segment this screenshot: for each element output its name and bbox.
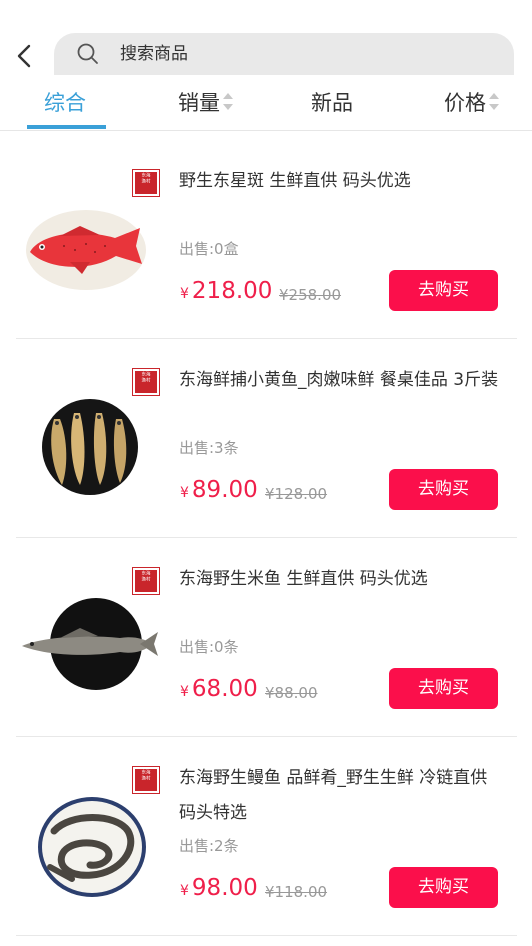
current-price: ¥218.00 [180,278,272,304]
sold-count: 出售:3条 [179,439,239,457]
tab-new[interactable]: 新品 [311,88,353,118]
eel-on-plate-image [38,797,146,897]
tab-label: 新品 [311,91,353,115]
yellow-croaker-plate-image [42,399,138,495]
red-grouper-fish-image [26,210,146,290]
tab-label: 综合 [44,91,86,115]
brand-seal-icon: 东海 渔村 [133,767,159,793]
price-value: 98.00 [191,875,258,901]
tab-sales[interactable]: 销量 [178,88,234,118]
tab-label: 价格 [444,91,486,115]
tab-price[interactable]: 价格 [444,88,500,118]
current-price: ¥98.00 [180,875,258,901]
product-item[interactable]: 东海 渔村 野生东星斑 生鲜直供 码头优选 出售:0盒 ¥218.00 ¥258.… [0,140,532,339]
tab-comprehensive[interactable]: 综合 [44,88,86,118]
croaker-fish-black-plate-image [22,598,158,690]
buy-button[interactable]: 去购买 [389,668,498,709]
product-title: 野生东星斑 生鲜直供 码头优选 [179,171,411,191]
price-value: 89.00 [191,477,258,503]
original-price: ¥88.00 [265,684,318,702]
sort-arrows-icon [223,91,234,113]
current-price: ¥68.00 [180,676,258,702]
current-price: ¥89.00 [180,477,258,503]
buy-button[interactable]: 去购买 [389,867,498,908]
sold-count: 出售:0条 [179,638,239,656]
search-input[interactable]: 搜索商品 [54,33,514,75]
header: 搜索商品 [0,0,532,80]
original-price: ¥128.00 [265,485,328,503]
buy-button[interactable]: 去购买 [389,469,498,510]
brand-seal-icon: 东海 渔村 [133,369,159,395]
product-item[interactable]: 东海 渔村 东海鲜捕小黄鱼_肉嫩味鲜 餐桌佳品 3斤装 出售:3条 ¥89.00 … [0,339,532,538]
currency-symbol: ¥ [180,485,189,501]
search-placeholder: 搜索商品 [120,44,188,64]
price-value: 218.00 [191,278,273,304]
currency-symbol: ¥ [180,286,189,302]
divider [16,935,517,936]
original-price: ¥118.00 [265,883,328,901]
buy-button[interactable]: 去购买 [389,270,498,311]
back-arrow-icon[interactable] [14,42,36,70]
sold-count: 出售:0盒 [179,240,239,258]
product-title: 东海野生米鱼 生鲜直供 码头优选 [179,569,428,589]
sort-arrows-icon [489,91,500,113]
price-value: 68.00 [191,676,258,702]
original-price: ¥258.00 [279,286,342,304]
tab-label: 销量 [178,91,220,115]
product-title: 东海鲜捕小黄鱼_肉嫩味鲜 餐桌佳品 3斤装 [179,370,499,390]
search-icon [77,43,98,64]
product-item[interactable]: 东海 渔村 东海野生鳗鱼 品鲜肴_野生生鲜 冷链直供 码头特选 出售:2条 ¥98… [0,737,532,936]
currency-symbol: ¥ [180,684,189,700]
brand-seal-icon: 东海 渔村 [133,568,159,594]
product-title: 东海野生鳗鱼 品鲜肴_野生生鲜 冷链直供 码头特选 [179,768,488,823]
active-tab-indicator [27,125,106,129]
product-item[interactable]: 东海 渔村 东海野生米鱼 生鲜直供 码头优选 出售:0条 ¥68.00 ¥88.0… [0,538,532,737]
sold-count: 出售:2条 [179,837,239,855]
brand-seal-icon: 东海 渔村 [133,170,159,196]
currency-symbol: ¥ [180,883,189,899]
sort-tabs: 综合 销量 新品 价格 [0,80,532,131]
